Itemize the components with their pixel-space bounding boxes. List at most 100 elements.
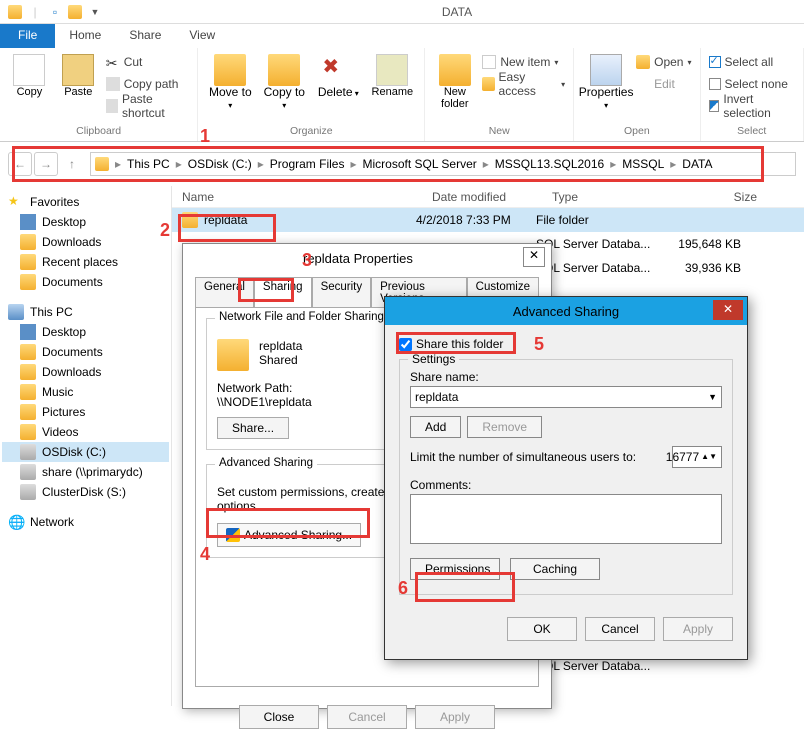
- chevron-right-icon[interactable]: ▸: [668, 157, 678, 171]
- limit-label: Limit the number of simultaneous users t…: [410, 450, 636, 464]
- chevron-right-icon[interactable]: ▸: [348, 157, 358, 171]
- easy-access-button[interactable]: Easy access ▾: [482, 74, 565, 94]
- nav-pc-videos[interactable]: Videos: [2, 422, 169, 442]
- tab-view[interactable]: View: [175, 24, 229, 48]
- edit-button[interactable]: Edit: [636, 74, 691, 94]
- move-to-button[interactable]: Move to ▾: [206, 52, 254, 113]
- tab-share[interactable]: Share: [115, 24, 175, 48]
- paste-shortcut-button[interactable]: Paste shortcut: [106, 96, 190, 116]
- folder-icon: [20, 274, 36, 290]
- nav-pc-cluster[interactable]: ClusterDisk (S:): [2, 482, 169, 502]
- star-icon: [8, 194, 24, 210]
- copy-button[interactable]: Copy: [8, 52, 51, 100]
- cancel-button[interactable]: Cancel: [585, 617, 655, 641]
- share-button[interactable]: Share...: [217, 417, 289, 439]
- open-button[interactable]: Open ▾: [636, 52, 691, 72]
- close-button[interactable]: ✕: [523, 247, 545, 267]
- copy-path-button[interactable]: Copy path: [106, 74, 190, 94]
- tab-security[interactable]: Security: [312, 277, 372, 308]
- tab-general[interactable]: General: [195, 277, 254, 308]
- quick-access-toolbar: | ▫ ▼: [0, 3, 110, 21]
- folder-icon: [20, 344, 36, 360]
- breadcrumb[interactable]: ▸ This PC▸ OSDisk (C:)▸ Program Files▸ M…: [90, 152, 796, 176]
- cut-button[interactable]: Cut: [106, 52, 190, 72]
- file-size: 39,936 KB: [661, 261, 741, 275]
- col-size[interactable]: Size: [677, 190, 757, 204]
- new-item-button[interactable]: New item ▾: [482, 52, 565, 72]
- chevron-right-icon[interactable]: ▸: [481, 157, 491, 171]
- up-button[interactable]: ↑: [60, 152, 84, 176]
- crumb-data[interactable]: DATA: [678, 157, 716, 171]
- list-row-repldata[interactable]: repldata 4/2/2018 7:33 PM File folder: [172, 208, 804, 232]
- tab-home[interactable]: Home: [55, 24, 115, 48]
- crumb-osdisk[interactable]: OSDisk (C:): [184, 157, 256, 171]
- nav-pc-documents[interactable]: Documents: [2, 342, 169, 362]
- col-name[interactable]: Name: [172, 190, 432, 204]
- nav-recent[interactable]: Recent places: [2, 252, 169, 272]
- nav-pc-share[interactable]: share (\\primarydc): [2, 462, 169, 482]
- invert-selection-button[interactable]: Invert selection: [709, 96, 796, 116]
- remove-button[interactable]: Remove: [467, 416, 542, 438]
- crumb-thispc[interactable]: This PC: [123, 157, 174, 171]
- nav-favorites[interactable]: Favorites: [2, 192, 169, 212]
- new-folder-button[interactable]: New folder: [433, 52, 476, 112]
- qat-properties-icon[interactable]: ▫: [46, 3, 64, 21]
- settings-group: Settings Share name: repldata▼ Add Remov…: [399, 359, 733, 595]
- forward-button[interactable]: →: [34, 152, 58, 176]
- file-type: SQL Server Databa...: [536, 659, 661, 673]
- crumb-mssql[interactable]: Microsoft SQL Server: [359, 157, 481, 171]
- nav-network[interactable]: Network: [2, 512, 169, 532]
- folder-icon: [217, 339, 249, 371]
- chevron-right-icon[interactable]: ▸: [608, 157, 618, 171]
- paste-button[interactable]: Paste: [57, 52, 100, 100]
- ok-button[interactable]: OK: [507, 617, 577, 641]
- back-button[interactable]: ←: [8, 152, 32, 176]
- close-button[interactable]: Close: [239, 705, 319, 729]
- chevron-right-icon[interactable]: ▸: [256, 157, 266, 171]
- rename-button[interactable]: Rename: [368, 52, 416, 100]
- share-checkbox-input[interactable]: [399, 338, 412, 351]
- disk-icon: [20, 444, 36, 460]
- cancel-button[interactable]: Cancel: [327, 705, 407, 729]
- select-none-button[interactable]: Select none: [709, 74, 796, 94]
- crumb-instance[interactable]: MSSQL13.SQL2016: [491, 157, 608, 171]
- nav-pc-desktop[interactable]: Desktop: [2, 322, 169, 342]
- nav-documents[interactable]: Documents: [2, 272, 169, 292]
- col-date[interactable]: Date modified: [432, 190, 552, 204]
- folder-icon: [20, 364, 36, 380]
- limit-spinner[interactable]: 16777▲▼: [672, 446, 722, 468]
- close-button[interactable]: ✕: [713, 300, 743, 320]
- nav-downloads[interactable]: Downloads: [2, 232, 169, 252]
- copy-to-button[interactable]: Copy to ▾: [260, 52, 308, 113]
- nav-pc-osdisk[interactable]: OSDisk (C:): [2, 442, 169, 462]
- ribbon-group-clipboard: Copy Paste Cut Copy path Paste shortcut …: [0, 48, 198, 141]
- share-folder-checkbox[interactable]: Share this folder: [399, 337, 733, 351]
- advanced-sharing-button[interactable]: Advanced Sharing...: [217, 523, 361, 547]
- caching-button[interactable]: Caching: [510, 558, 600, 580]
- nav-pc-music[interactable]: Music: [2, 382, 169, 402]
- nav-pc-downloads[interactable]: Downloads: [2, 362, 169, 382]
- apply-button[interactable]: Apply: [415, 705, 495, 729]
- share-name-select[interactable]: repldata▼: [410, 386, 722, 408]
- permissions-button[interactable]: Permissions: [410, 558, 500, 580]
- select-all-button[interactable]: Select all: [709, 52, 796, 72]
- add-button[interactable]: Add: [410, 416, 461, 438]
- col-type[interactable]: Type: [552, 190, 677, 204]
- file-tab[interactable]: File: [0, 24, 55, 48]
- delete-button[interactable]: Delete ▾: [314, 52, 362, 101]
- pc-icon: [8, 304, 24, 320]
- qat-dropdown-icon[interactable]: ▼: [86, 3, 104, 21]
- comments-input[interactable]: [410, 494, 722, 544]
- properties-button[interactable]: Properties ▾: [582, 52, 630, 113]
- tab-sharing[interactable]: Sharing: [254, 277, 312, 308]
- crumb-mssqlfolder[interactable]: MSSQL: [618, 157, 668, 171]
- spinner-arrows-icon[interactable]: ▲▼: [701, 454, 717, 460]
- nav-desktop[interactable]: Desktop: [2, 212, 169, 232]
- chevron-right-icon[interactable]: ▸: [174, 157, 184, 171]
- crumb-programfiles[interactable]: Program Files: [266, 157, 349, 171]
- nav-thispc[interactable]: This PC: [2, 302, 169, 322]
- qat-newfolder-icon[interactable]: [66, 3, 84, 21]
- chevron-right-icon[interactable]: ▸: [113, 157, 123, 171]
- apply-button[interactable]: Apply: [663, 617, 733, 641]
- nav-pc-pictures[interactable]: Pictures: [2, 402, 169, 422]
